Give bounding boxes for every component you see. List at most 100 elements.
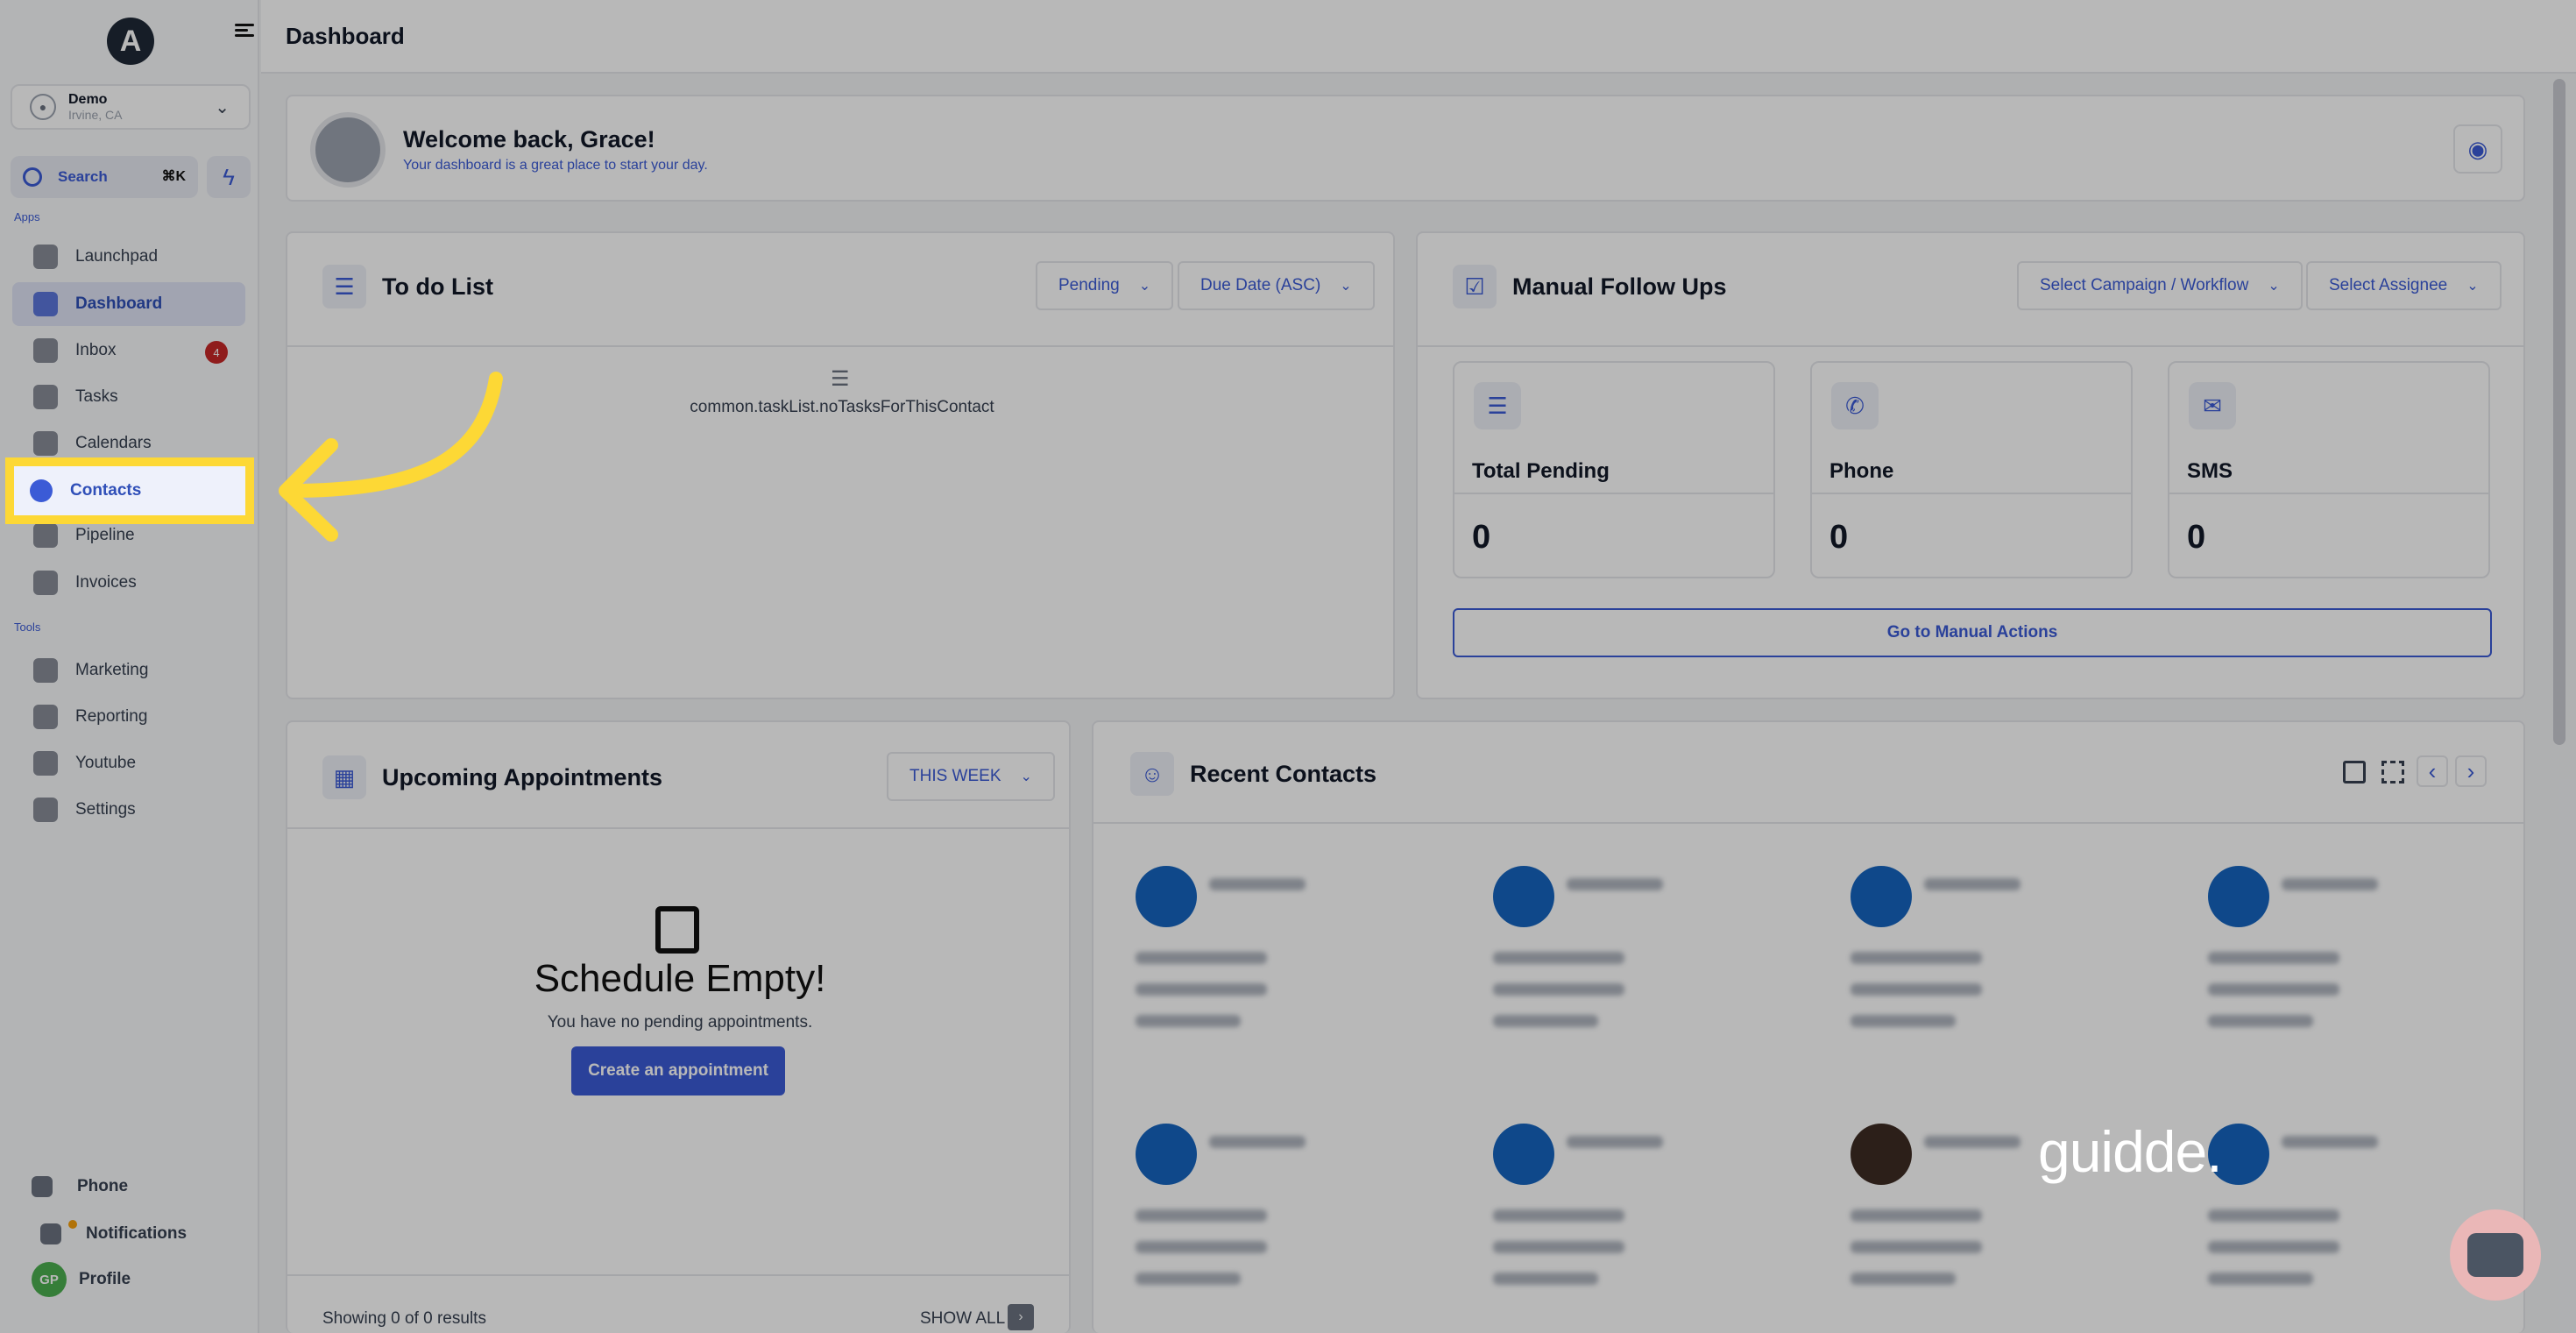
sidebar-item-tasks[interactable]: Tasks (12, 375, 245, 419)
tasks-icon (33, 385, 58, 409)
divider (1093, 822, 2523, 824)
contact-detail-redacted (2208, 1209, 2339, 1222)
chevron-down-icon: ⌄ (215, 98, 230, 117)
campaign-select-value: Select Campaign / Workflow (2040, 276, 2249, 294)
app-logo[interactable]: A (107, 18, 154, 65)
todo-sort-select[interactable]: Due Date (ASC) ⌄ (1178, 261, 1375, 310)
sidebar-item-invoices[interactable]: Invoices (12, 561, 245, 605)
contact-avatar (1493, 1124, 1554, 1185)
checklist-icon: ☰ (322, 265, 366, 308)
contact-detail-redacted (1493, 1209, 1624, 1222)
sidebar-item-inbox[interactable]: Inbox 4 (12, 329, 245, 372)
divider (2169, 493, 2488, 494)
invoice-icon (33, 571, 58, 595)
sidebar-profile[interactable]: GP Profile (32, 1262, 131, 1297)
contact-detail-redacted (1851, 952, 1982, 964)
contact-detail-redacted (1136, 1209, 1267, 1222)
contact-card[interactable] (1828, 840, 2152, 1067)
account-switcher[interactable]: ● Demo Irvine, CA ⌄ (11, 84, 251, 130)
followups-card: ☑ Manual Follow Ups Select Campaign / Wo… (1416, 231, 2525, 699)
contact-detail-redacted (1851, 1241, 1982, 1253)
pie-chart-icon (33, 705, 58, 729)
assignee-select[interactable]: Select Assignee ⌄ (2306, 261, 2502, 310)
chevron-down-icon: ⌄ (1138, 279, 1151, 294)
calendar-empty-icon (655, 906, 699, 954)
campaign-select[interactable]: Select Campaign / Workflow ⌄ (2017, 261, 2303, 310)
stat-phone[interactable]: ✆ Phone 0 (1810, 361, 2133, 578)
sidebar-item-contacts[interactable]: Contacts (5, 457, 254, 524)
sidebar-item-settings[interactable]: Settings (12, 788, 245, 832)
contact-detail-redacted (1493, 1015, 1598, 1027)
contact-name-redacted (2282, 878, 2378, 890)
contact-detail-redacted (2208, 1273, 2313, 1285)
stat-label: SMS (2187, 459, 2233, 483)
contact-card[interactable] (1470, 1097, 1794, 1325)
followups-title: Manual Follow Ups (1512, 273, 1727, 300)
contact-card[interactable] (1113, 1097, 1437, 1325)
palette-icon[interactable]: ◉ (2453, 124, 2502, 174)
inbox-count-badge: 4 (205, 341, 228, 364)
sidebar-phone[interactable]: Phone (32, 1176, 128, 1197)
sidebar: A ● Demo Irvine, CA ⌄ Search ⌘K ϟ Apps L… (0, 0, 259, 1333)
contact-avatar (1851, 866, 1912, 927)
contact-detail-redacted (2208, 1015, 2313, 1027)
contact-detail-redacted (1493, 1241, 1624, 1253)
checklist-empty-icon: ☰ (831, 367, 850, 391)
create-appointment-button[interactable]: Create an appointment (571, 1046, 785, 1095)
contact-card[interactable] (2185, 840, 2509, 1067)
range-value: THIS WEEK (909, 767, 1001, 785)
search-shortcut: ⌘K (161, 169, 186, 184)
chevron-right-icon[interactable]: › (2455, 755, 2487, 787)
sidebar-notifications[interactable]: Notifications (40, 1220, 187, 1244)
welcome-title: Welcome back, Grace! (403, 126, 655, 152)
sidebar-item-youtube[interactable]: Youtube (12, 741, 245, 785)
profile-avatar: GP (32, 1262, 67, 1297)
camera-avatar-icon[interactable] (310, 112, 386, 188)
sidebar-item-marketing[interactable]: Marketing (12, 649, 245, 692)
chevron-left-icon[interactable]: ‹ (2417, 755, 2448, 787)
chat-widget-icon[interactable] (2450, 1209, 2541, 1301)
contact-avatar (1136, 866, 1197, 927)
sidebar-item-label: Launchpad (75, 247, 159, 266)
sidebar-item-label: Settings (75, 800, 136, 819)
sidebar-item-reporting[interactable]: Reporting (12, 695, 245, 739)
divider (287, 1274, 1069, 1276)
contact-card[interactable] (2185, 1097, 2509, 1325)
collapse-sidebar-icon[interactable] (235, 21, 254, 40)
sidebar-item-label: Invoices (75, 573, 137, 592)
contact-card[interactable] (1470, 840, 1794, 1067)
sidebar-item-label: Tasks (75, 387, 118, 406)
checklist-icon: ☰ (1474, 382, 1521, 429)
sidebar-item-dashboard[interactable]: Dashboard (12, 282, 245, 326)
go-to-manual-actions-button[interactable]: Go to Manual Actions (1453, 608, 2492, 657)
contact-detail-redacted (1851, 1015, 1956, 1027)
search-button[interactable]: Search ⌘K (11, 156, 198, 198)
recent-contacts-title: Recent Contacts (1190, 761, 1377, 787)
contact-name-redacted (1567, 878, 1663, 890)
page-scrollbar[interactable] (2553, 79, 2565, 745)
topbar: Dashboard (261, 0, 2576, 74)
sidebar-item-label: Pipeline (75, 526, 135, 544)
grid-view-icon[interactable] (2381, 761, 2404, 783)
sidebar-item-launchpad[interactable]: Launchpad (12, 235, 245, 279)
youtube-icon (33, 751, 58, 776)
stat-sms[interactable]: ✉ SMS 0 (2168, 361, 2490, 578)
contact-detail-redacted (1136, 1015, 1241, 1027)
show-all-link[interactable]: SHOW ALL (920, 1309, 1005, 1329)
user-icon: ☺ (1130, 752, 1174, 796)
contact-detail-redacted (1136, 1273, 1241, 1285)
gear-icon (33, 798, 58, 822)
sidebar-item-label: Contacts (70, 481, 142, 500)
results-count: Showing 0 of 0 results (322, 1309, 486, 1328)
appointments-range-select[interactable]: THIS WEEK ⌄ (887, 752, 1055, 801)
contact-name-redacted (1924, 878, 2020, 890)
stat-total-pending[interactable]: ☰ Total Pending 0 (1453, 361, 1775, 578)
contact-name-redacted (1924, 1136, 2020, 1148)
chevron-right-icon[interactable]: › (1008, 1304, 1034, 1330)
search-label: Search (58, 168, 108, 185)
contact-card[interactable] (1113, 840, 1437, 1067)
todo-status-select[interactable]: Pending ⌄ (1036, 261, 1174, 310)
contact-avatar (1136, 1124, 1197, 1185)
quick-actions-bolt-icon[interactable]: ϟ (207, 156, 251, 198)
list-view-icon[interactable] (2343, 761, 2366, 783)
